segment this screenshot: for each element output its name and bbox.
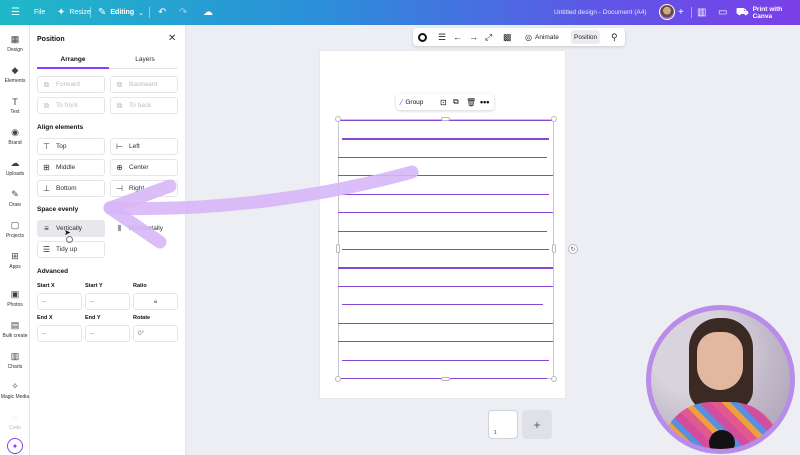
plus-icon: + [533, 417, 541, 432]
presenter-face [697, 332, 743, 390]
add-page-button[interactable]: + [522, 410, 552, 439]
webcam-overlay [646, 305, 795, 454]
page-thumbnail[interactable]: 1 [488, 410, 518, 439]
microphone [709, 430, 735, 449]
not-allowed-icon [66, 236, 73, 243]
webcam-video [651, 310, 790, 449]
